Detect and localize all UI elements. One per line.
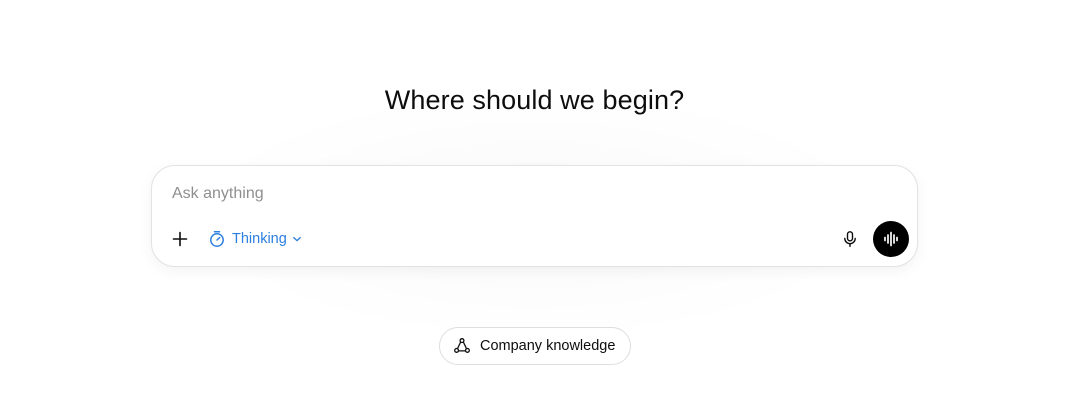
voice-mode-button[interactable]	[873, 221, 909, 257]
company-knowledge-chip[interactable]: Company knowledge	[439, 327, 631, 365]
connectors-icon	[453, 337, 471, 355]
plus-icon	[171, 230, 189, 248]
thinking-mode-button[interactable]: Thinking	[202, 225, 308, 253]
attach-button[interactable]	[166, 225, 194, 253]
dictate-button[interactable]	[836, 225, 864, 253]
chip-label: Company knowledge	[480, 338, 616, 354]
thinking-mode-label: Thinking	[232, 231, 287, 247]
prompt-composer: Thinking	[151, 165, 918, 267]
microphone-icon	[841, 230, 859, 248]
prompt-input[interactable]	[172, 181, 872, 207]
timer-icon	[208, 230, 226, 248]
voice-waveform-icon	[882, 230, 900, 248]
page-title: Where should we begin?	[384, 85, 685, 115]
chat-home: Where should we begin? Thinking	[0, 0, 1080, 411]
chevron-down-icon	[292, 234, 302, 244]
